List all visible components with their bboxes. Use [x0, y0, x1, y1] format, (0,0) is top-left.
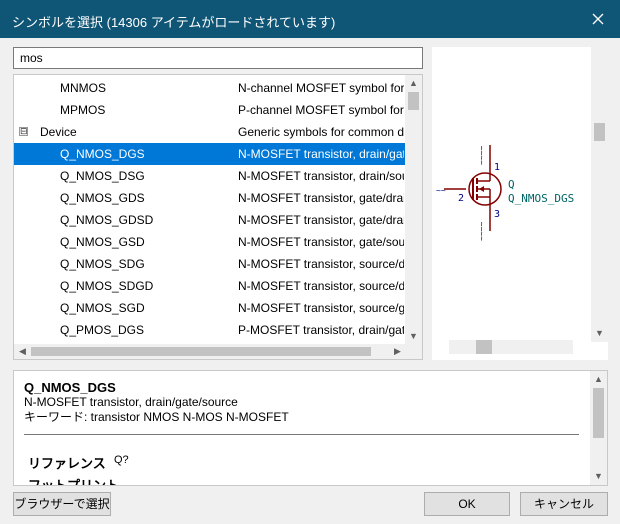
- gate-pin-number: 2: [458, 193, 464, 204]
- scroll-up-icon[interactable]: ▲: [590, 371, 607, 388]
- select-with-browser-button[interactable]: ブラウザーで選択: [13, 492, 111, 516]
- source-net-label: ~~~~: [477, 222, 486, 241]
- mosfet-symbol: 2 1 3 ~~ ~~~~ ~~~~ Q Q_NMOS_DGS: [436, 145, 574, 241]
- tree-row-desc: P-channel MOSFET symbol for s: [238, 103, 404, 117]
- close-icon[interactable]: [576, 0, 620, 38]
- source-pin-number: 3: [494, 209, 500, 220]
- tree-row[interactable]: MPMOS P-channel MOSFET symbol for s: [14, 99, 406, 121]
- tree-row-name: Q_NMOS_DGS: [60, 147, 145, 161]
- reference-value: Q?: [114, 454, 129, 466]
- details-keywords: キーワード: transistor NMOS N-MOS N-MOSFET: [24, 410, 289, 424]
- footprint-label: フットプリント: [28, 478, 120, 486]
- scrollbar-thumb[interactable]: [476, 340, 492, 354]
- tree-row[interactable]: Q_NMOS_SDGD N-MOSFET transistor, source/…: [14, 275, 406, 297]
- symbol-reference: Q: [508, 178, 515, 191]
- drain-net-label: ~~~~: [477, 146, 486, 165]
- tree-row[interactable]: Q_NMOS_SGD N-MOSFET transistor, source/g…: [14, 297, 406, 319]
- scroll-up-icon[interactable]: ▲: [405, 75, 422, 92]
- scrollbar-thumb[interactable]: [593, 388, 604, 438]
- scrollbar-thumb[interactable]: [408, 92, 419, 110]
- tree-row-desc: Generic symbols for common de: [238, 125, 404, 139]
- divider: [24, 434, 579, 435]
- tree-group-device[interactable]: ⊟ Device Generic symbols for common de: [14, 121, 406, 143]
- tree-row-desc: N-MOSFET transistor, gate/sour: [238, 235, 404, 249]
- scrollbar-thumb[interactable]: [31, 347, 371, 356]
- tree-row-desc: N-MOSFET transistor, source/dr: [238, 257, 404, 271]
- scrollbar-corner: [405, 344, 422, 359]
- tree-row[interactable]: Q_NMOS_SDG N-MOSFET transistor, source/d…: [14, 253, 406, 275]
- details-symbol-name: Q_NMOS_DGS: [24, 380, 116, 395]
- tree-row-desc: N-MOSFET transistor, source/dr: [238, 279, 404, 293]
- title-bar: シンボルを選択 (14306 アイテムがロードされています): [0, 0, 620, 38]
- drain-pin-number: 1: [494, 162, 500, 173]
- tree-row-name: Q_NMOS_DSG: [60, 169, 145, 183]
- scroll-down-icon[interactable]: ▼: [405, 328, 422, 345]
- tree-row-name: Q_NMOS_GSD: [60, 235, 145, 249]
- tree-row-desc: N-MOSFET transistor, drain/gate: [238, 147, 404, 161]
- scrollbar-thumb[interactable]: [594, 123, 605, 141]
- tree-row-name: Q_PMOS_DGS: [60, 323, 145, 337]
- tree-row-selected[interactable]: Q_NMOS_DGS N-MOSFET transistor, drain/ga…: [14, 143, 406, 165]
- symbol-tree[interactable]: MNMOS N-channel MOSFET symbol for MPMOS …: [13, 74, 423, 360]
- details-description: N-MOSFET transistor, drain/gate/source: [24, 395, 238, 409]
- tree-row[interactable]: Q_PMOS_DGS P-MOSFET transistor, drain/ga…: [14, 319, 406, 341]
- symbol-preview: 2 1 3 ~~ ~~~~ ~~~~ Q Q_NMOS_DGS ▼: [432, 47, 608, 360]
- scroll-left-icon[interactable]: ◀: [14, 344, 31, 359]
- tree-row[interactable]: Q_NMOS_DSG N-MOSFET transistor, drain/so…: [14, 165, 406, 187]
- details-vertical-scrollbar[interactable]: ▲ ▼: [590, 371, 607, 485]
- preview-horizontal-scrollbar[interactable]: [449, 340, 573, 354]
- search-input[interactable]: [13, 47, 423, 69]
- cancel-button[interactable]: キャンセル: [520, 492, 608, 516]
- symbol-details-panel: Q_NMOS_DGS N-MOSFET transistor, drain/ga…: [13, 370, 608, 486]
- tree-row-name: Q_NMOS_SDG: [60, 257, 145, 271]
- tree-vertical-scrollbar[interactable]: ▲ ▼: [405, 75, 422, 345]
- tree-row-name: MNMOS: [60, 81, 106, 95]
- tree-row-name: Q_NMOS_SGD: [60, 301, 145, 315]
- tree-row-name: MPMOS: [60, 103, 106, 117]
- tree-row-name: Q_NMOS_GDSD: [60, 213, 154, 227]
- tree-horizontal-scrollbar[interactable]: ◀ ▶: [14, 344, 406, 359]
- tree-row[interactable]: MNMOS N-channel MOSFET symbol for: [14, 77, 406, 99]
- scroll-down-icon[interactable]: ▼: [591, 325, 608, 342]
- tree-row[interactable]: Q_NMOS_GDSD N-MOSFET transistor, gate/dr…: [14, 209, 406, 231]
- tree-row[interactable]: Q_NMOS_GSD N-MOSFET transistor, gate/sou…: [14, 231, 406, 253]
- window-title: シンボルを選択 (14306 アイテムがロードされています): [12, 15, 336, 30]
- tree-row-desc: N-MOSFET transistor, gate/drain: [238, 191, 404, 205]
- tree-row-name: Q_NMOS_SDGD: [60, 279, 154, 293]
- ok-button[interactable]: OK: [424, 492, 510, 516]
- gate-net-label: ~~: [436, 186, 446, 195]
- tree-row-desc: N-MOSFET transistor, drain/sou: [238, 169, 404, 183]
- tree-row-desc: N-channel MOSFET symbol for: [238, 81, 404, 95]
- tree-row-name: Q_NMOS_GDS: [60, 191, 145, 205]
- tree-group-name: Device: [40, 125, 77, 139]
- collapse-icon[interactable]: ⊟: [19, 127, 28, 136]
- scroll-down-icon[interactable]: ▼: [590, 468, 607, 485]
- tree-row-desc: P-MOSFET transistor, drain/gate: [238, 323, 404, 337]
- scroll-right-icon[interactable]: ▶: [389, 344, 406, 359]
- tree-row-desc: N-MOSFET transistor, source/ga: [238, 301, 404, 315]
- preview-vertical-scrollbar[interactable]: ▼: [591, 47, 608, 342]
- tree-row[interactable]: Q_NMOS_GDS N-MOSFET transistor, gate/dra…: [14, 187, 406, 209]
- symbol-value: Q_NMOS_DGS: [508, 192, 574, 205]
- reference-label: リファレンス: [28, 456, 106, 471]
- tree-row-desc: N-MOSFET transistor, gate/drain: [238, 213, 404, 227]
